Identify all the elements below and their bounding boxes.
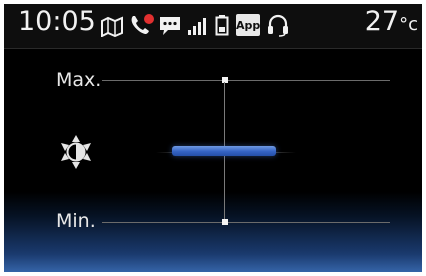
max-marker [222, 77, 228, 83]
outside-temperature: 27°c [365, 6, 418, 37]
brightness-level-bar[interactable] [172, 146, 276, 156]
max-guide-line [102, 80, 390, 81]
headset-icon [266, 13, 290, 41]
phone-missed-call-icon [128, 13, 154, 41]
navigation-icon [100, 15, 124, 41]
temperature-value: 27 [364, 6, 400, 37]
app-icon-label: App [236, 19, 261, 32]
max-label: Max. [56, 69, 102, 91]
temperature-unit: °c [399, 14, 418, 35]
app-icon: App [236, 14, 260, 36]
signal-strength-icon [187, 16, 209, 40]
min-marker [222, 219, 228, 225]
clock-time: 10:05 [18, 6, 96, 37]
battery-icon [215, 14, 229, 40]
message-icon [158, 15, 182, 41]
brightness-icon [58, 134, 94, 174]
min-label: Min. [56, 210, 96, 232]
display-screen: 10:05 App 27°c Max. Min. [4, 4, 422, 272]
min-guide-line [102, 222, 390, 223]
status-bar: 10:05 App 27°c [4, 4, 422, 49]
